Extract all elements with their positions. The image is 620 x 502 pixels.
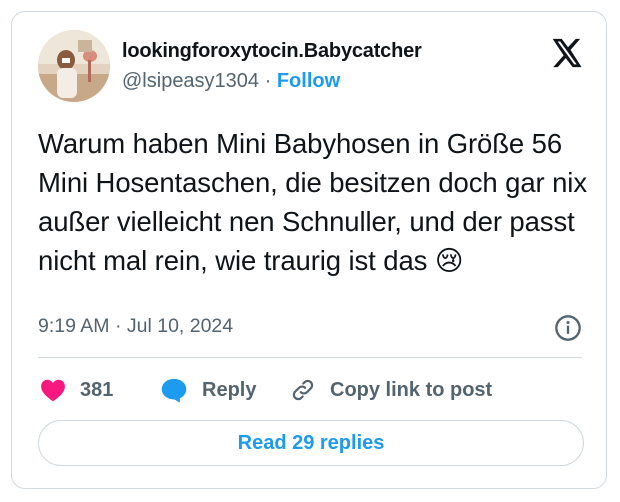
handle-row: @lsipeasy1304 · Follow — [122, 70, 340, 93]
copy-link-button[interactable]: Copy link to post — [290, 375, 492, 405]
handle[interactable]: @lsipeasy1304 — [122, 70, 259, 92]
link-icon — [292, 379, 314, 401]
separator: · — [259, 70, 277, 92]
like-count: 381 — [80, 378, 114, 401]
tweet-text: Warum haben Mini Babyhosen in Größe 56 M… — [38, 128, 587, 276]
display-name[interactable]: lookingforoxytocin.Babycatcher — [122, 40, 422, 63]
reply-button[interactable]: Reply — [160, 375, 256, 405]
info-icon[interactable] — [554, 314, 582, 342]
like-button[interactable]: 381 — [40, 375, 113, 405]
heart-icon — [41, 379, 65, 402]
speech-bubble-icon — [161, 378, 187, 403]
reply-label: Reply — [202, 378, 257, 401]
avatar[interactable] — [38, 30, 110, 102]
copy-link-label: Copy link to post — [330, 378, 493, 401]
divider — [38, 357, 582, 358]
x-logo-icon[interactable] — [549, 36, 583, 70]
follow-button[interactable]: Follow — [277, 70, 340, 92]
read-replies-button[interactable]: Read 29 replies — [38, 420, 584, 466]
timestamp[interactable]: 9:19 AM · Jul 10, 2024 — [38, 315, 233, 338]
tweet-card: lookingforoxytocin.Babycatcher @lsipeasy… — [11, 11, 607, 489]
